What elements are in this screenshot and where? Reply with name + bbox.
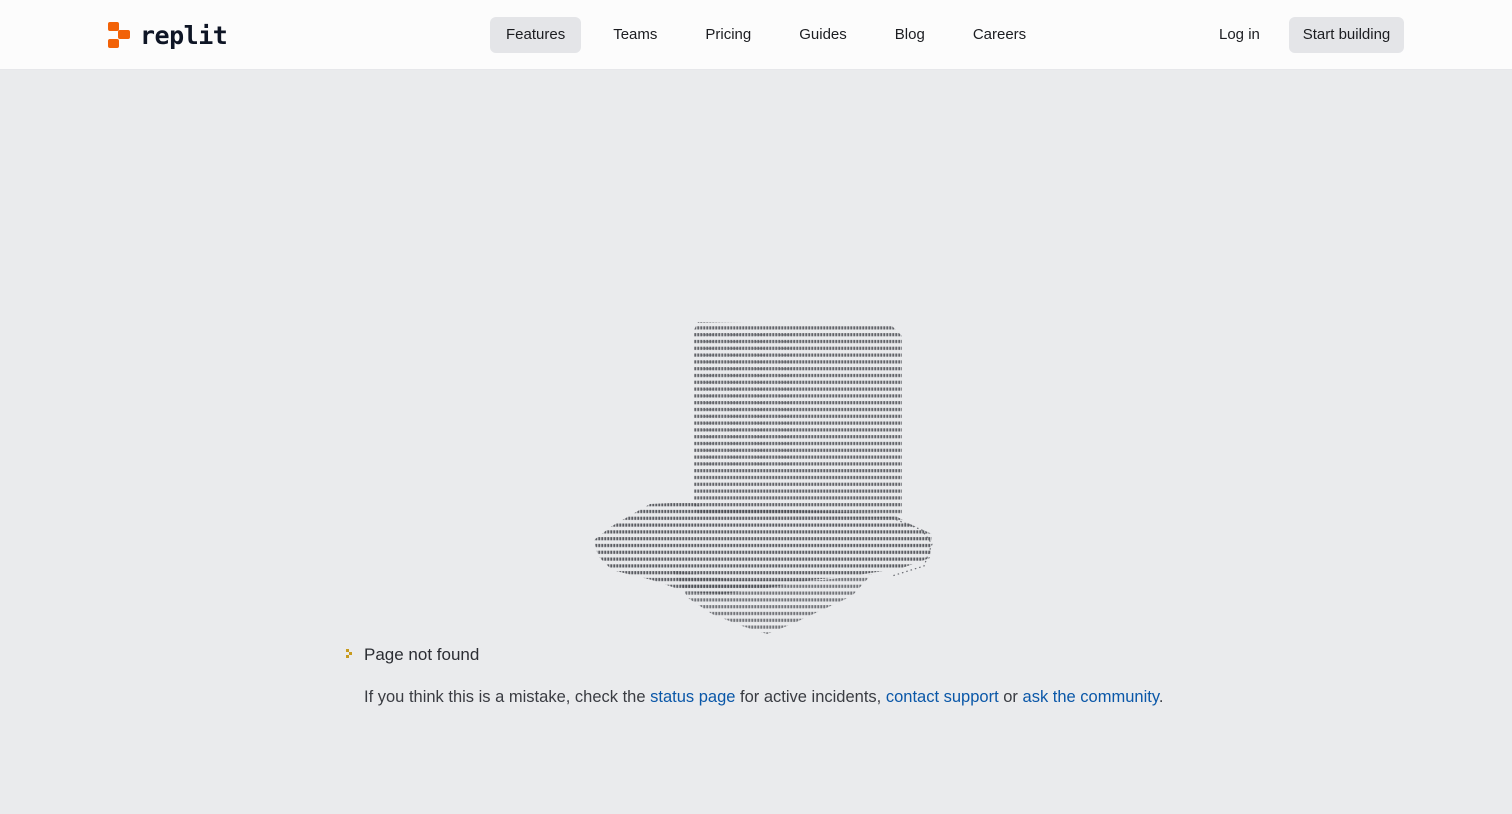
nav-guides[interactable]: Guides [783,17,863,53]
status-page-link[interactable]: status page [650,688,735,706]
logo-text: replit [140,20,228,50]
site-header: replit Features Teams Pricing Guides Blo… [0,0,1512,70]
desc-suffix: . [1158,688,1164,706]
contact-support-link[interactable]: contact support [886,688,999,706]
main-nav: Features Teams Pricing Guides Blog Caree… [490,17,1058,53]
login-link[interactable]: Log in [1205,17,1274,53]
ask-community-link[interactable]: ask the community [1023,688,1159,706]
desc-mid-2: or [998,688,1023,706]
replit-logo-link[interactable]: replit [107,20,228,50]
error-description: If you think this is a mistake, check th… [364,688,1163,707]
nav-pricing[interactable]: Pricing [689,17,767,53]
error-title: Page not found [364,645,480,664]
nav-careers[interactable]: Careers [957,17,1042,53]
desc-mid-1: for active incidents, [735,688,886,706]
ascii-art-top-hat-icon [594,322,933,634]
replit-logo-icon [107,21,131,49]
nav-blog[interactable]: Blog [879,17,941,53]
start-building-button[interactable]: Start building [1289,17,1404,53]
prompt-chevron-icon [346,649,356,661]
desc-prefix: If you think this is a mistake, check th… [364,688,651,706]
nav-features[interactable]: Features [490,17,582,53]
nav-teams[interactable]: Teams [597,17,673,53]
error-message: Page not found [346,643,479,667]
